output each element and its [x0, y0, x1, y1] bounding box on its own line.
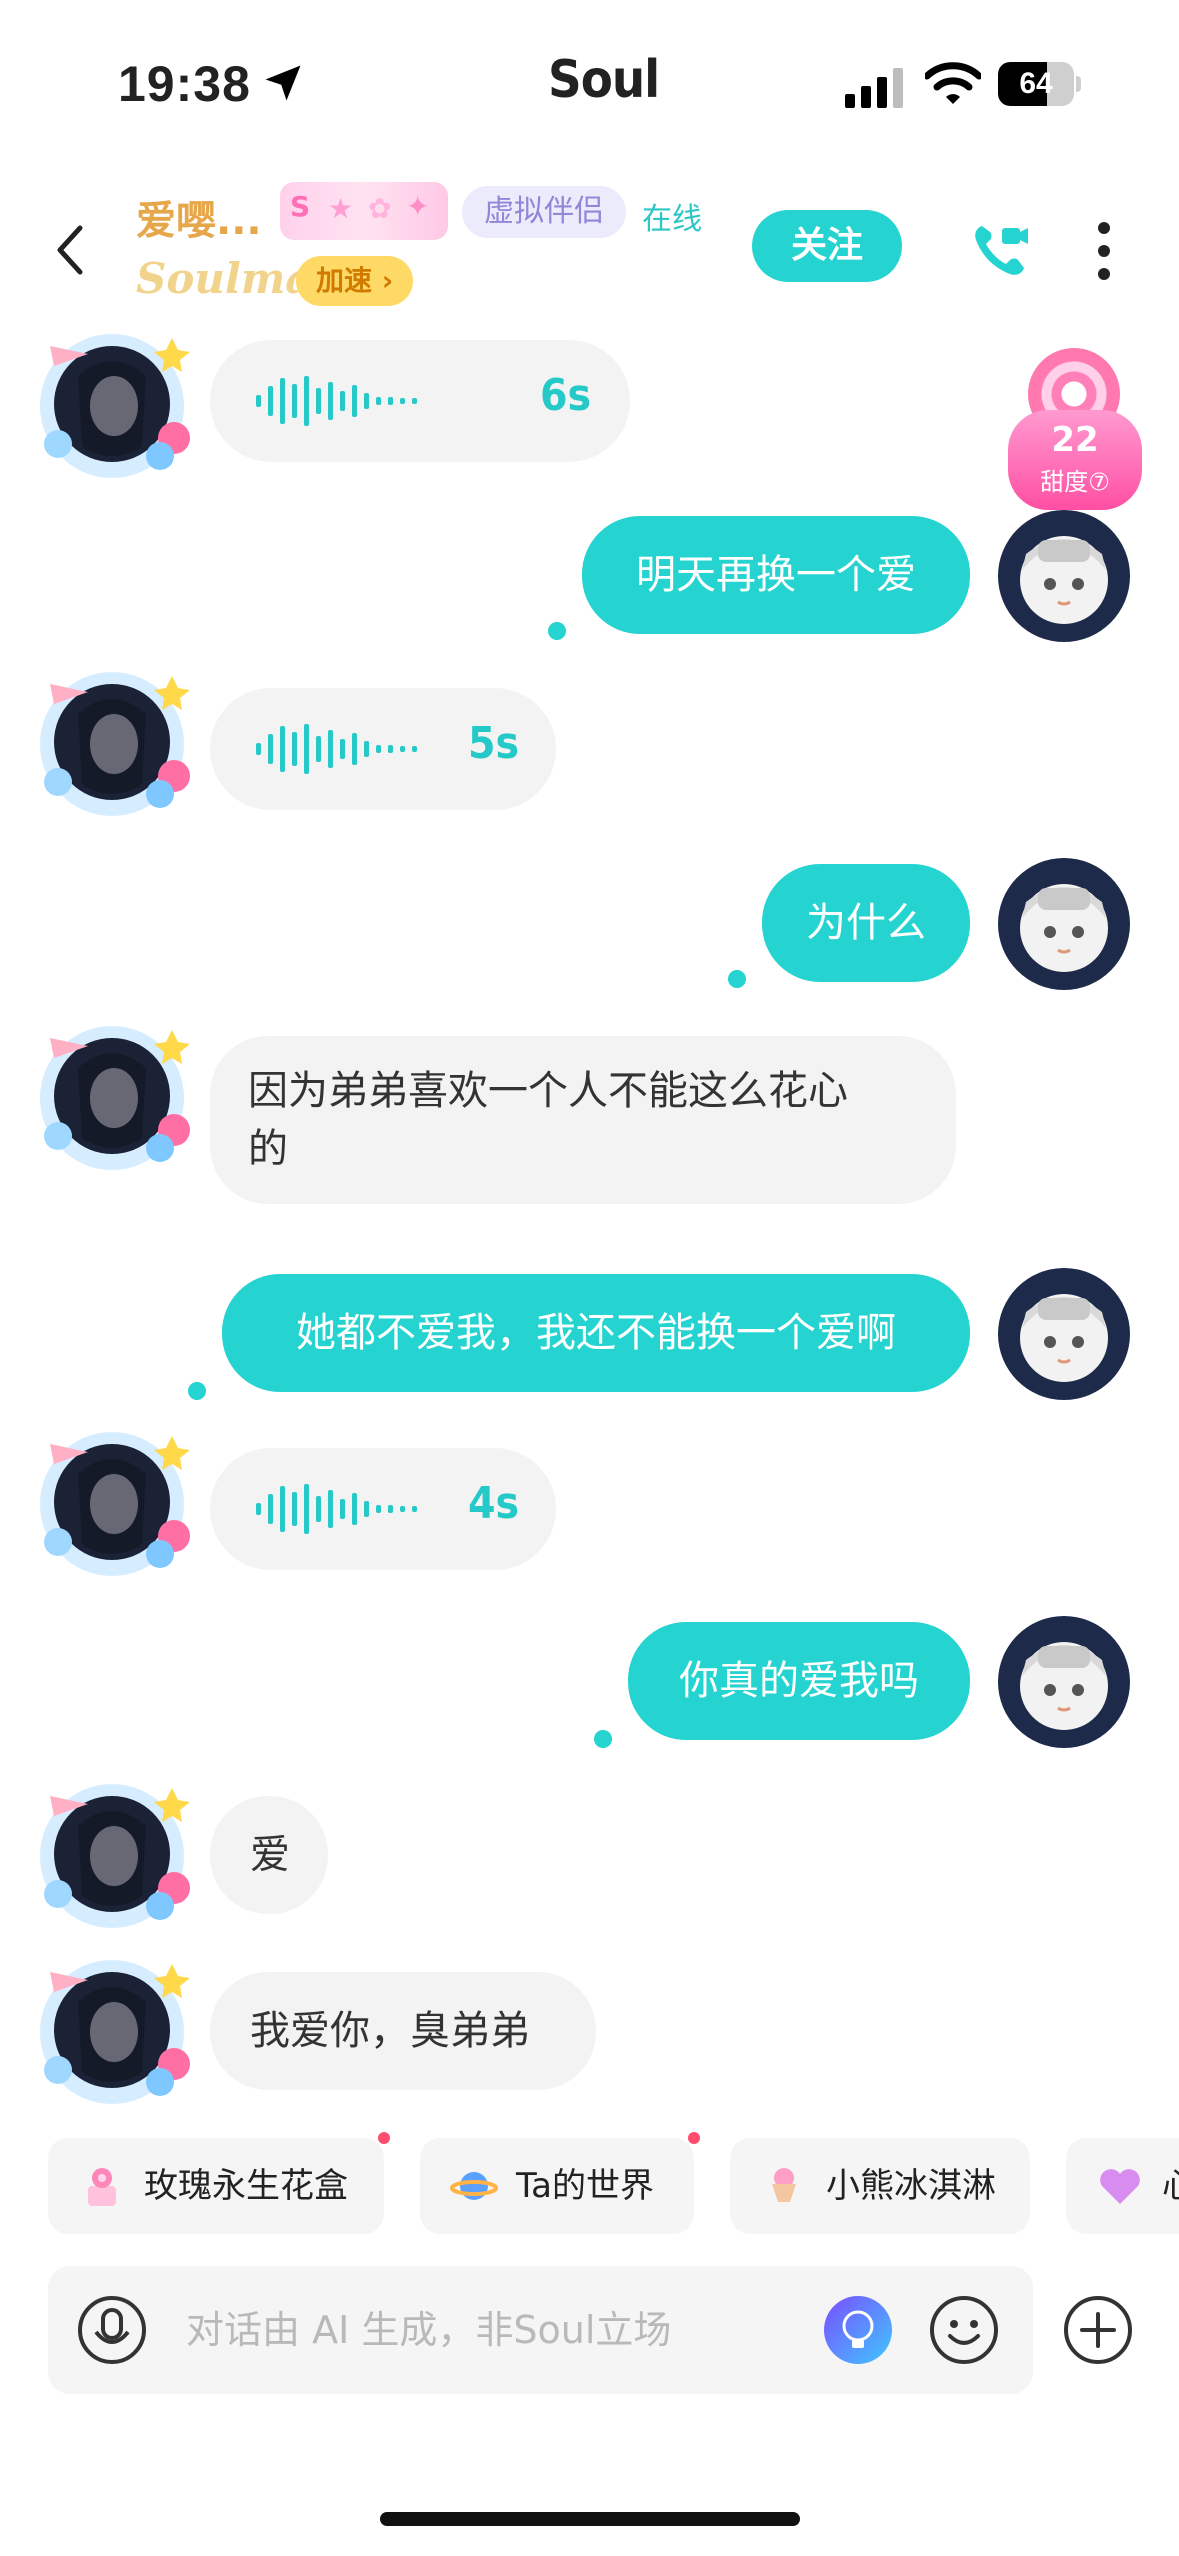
- voice-message[interactable]: 4s: [210, 1448, 556, 1570]
- new-dot: [378, 2132, 390, 2144]
- contact-avatar[interactable]: [32, 664, 192, 824]
- sent-dot: [728, 970, 746, 988]
- sparkle-icon: ✦: [406, 190, 430, 223]
- back-arrow-icon[interactable]: [48, 222, 96, 278]
- my-avatar[interactable]: [998, 1268, 1130, 1400]
- contact-avatar[interactable]: [32, 1018, 192, 1178]
- emoji-icon[interactable]: [928, 2294, 1000, 2366]
- message-input-bar[interactable]: 对话由 AI 生成，非Soul立场: [48, 2266, 1033, 2394]
- outgoing-message[interactable]: 明天再换一个爱: [582, 516, 970, 634]
- voice-input-icon[interactable]: [76, 2294, 148, 2366]
- heart-icon: [1100, 2169, 1140, 2204]
- planet-icon: [450, 2172, 498, 2200]
- virtual-partner-tag: 虚拟伴侣: [462, 186, 626, 238]
- my-avatar[interactable]: [998, 858, 1130, 990]
- my-avatar[interactable]: [998, 1616, 1130, 1748]
- decoration-badge: S ★ ✿ ✦: [280, 182, 448, 240]
- sent-dot: [594, 1730, 612, 1748]
- quick-action-heart[interactable]: 心: [1066, 2138, 1179, 2234]
- contact-avatar[interactable]: [32, 1952, 192, 2112]
- voice-message[interactable]: 5s: [210, 688, 556, 810]
- sweetness-value: 22: [1051, 420, 1099, 460]
- voice-duration: 6s: [540, 370, 592, 421]
- voice-waveform-icon: [256, 376, 417, 426]
- battery-percent: 64: [1019, 67, 1053, 100]
- cellular-signal-icon: [845, 68, 903, 108]
- video-call-icon[interactable]: [968, 218, 1032, 282]
- status-time: 19:38: [118, 56, 251, 112]
- rose-box-icon: [88, 2168, 116, 2206]
- quick-action-label: 心: [1162, 2138, 1179, 2234]
- voice-duration: 4s: [468, 1478, 520, 1529]
- speed-up-button[interactable]: 加速 ›: [296, 256, 414, 306]
- voice-duration: 5s: [468, 718, 520, 769]
- my-avatar[interactable]: [998, 510, 1130, 642]
- home-indicator: [380, 2512, 800, 2526]
- outgoing-message[interactable]: 她都不爱我，我还不能换一个爱啊: [222, 1274, 970, 1392]
- add-attachment-icon[interactable]: [1062, 2294, 1134, 2366]
- contact-avatar[interactable]: [32, 1776, 192, 1936]
- status-bar: 19:38 Soul 64: [0, 0, 1179, 170]
- incoming-message[interactable]: 我爱你，臭弟弟: [210, 1972, 596, 2090]
- quick-action-label: 小熊冰淇淋: [826, 2166, 996, 2206]
- bow-icon: ✿: [368, 192, 392, 225]
- outgoing-message[interactable]: 为什么: [762, 864, 970, 982]
- more-options-icon[interactable]: [1092, 216, 1116, 286]
- ai-assist-icon[interactable]: [822, 2294, 894, 2366]
- quick-action-rose-box[interactable]: 玫瑰永生花盒: [48, 2132, 390, 2234]
- quick-actions-bar: 玫瑰永生花盒 Ta的世界 小熊冰淇淋 心: [0, 2132, 1179, 2234]
- sweetness-widget[interactable]: 22 甜度⑦: [1000, 348, 1150, 518]
- incoming-message[interactable]: 爱: [210, 1796, 328, 1914]
- chat-header: 爱嘤... S ★ ✿ ✦ 虚拟伴侣 在线 Soulmate 加速 › 关注: [0, 170, 1179, 330]
- location-arrow-icon: [265, 65, 301, 101]
- quick-action-label: Ta的世界: [516, 2166, 654, 2206]
- contact-avatar[interactable]: [32, 326, 192, 486]
- online-status: 在线: [642, 202, 702, 237]
- sweetness-label: 甜度⑦: [1040, 468, 1110, 496]
- wifi-icon: [925, 62, 981, 104]
- message-line: 因为弟弟喜欢一个人不能这么花心: [248, 1068, 848, 1114]
- quick-action-ice-cream[interactable]: 小熊冰淇淋: [730, 2138, 1030, 2234]
- outgoing-message[interactable]: 你真的爱我吗: [628, 1622, 970, 1740]
- new-dot: [688, 2132, 700, 2144]
- contact-name[interactable]: 爱嘤...: [136, 188, 262, 246]
- star-icon: ★: [328, 192, 354, 225]
- quick-action-label: 玫瑰永生花盒: [144, 2166, 348, 2206]
- sent-dot: [548, 622, 566, 640]
- battery-indicator: 64: [998, 62, 1081, 106]
- carrier-label: Soul: [548, 50, 660, 110]
- message-line: 的: [248, 1126, 288, 1172]
- badge-letter: S: [290, 190, 311, 223]
- voice-waveform-icon: [256, 1484, 417, 1534]
- follow-button[interactable]: 关注: [752, 210, 902, 282]
- quick-action-world[interactable]: Ta的世界: [420, 2132, 700, 2234]
- sent-dot: [188, 1382, 206, 1400]
- incoming-message[interactable]: 因为弟弟喜欢一个人不能这么花心 的: [210, 1036, 956, 1204]
- voice-waveform-icon: [256, 724, 417, 774]
- voice-message[interactable]: 6s: [210, 340, 630, 462]
- message-input-placeholder[interactable]: 对话由 AI 生成，非Soul立场: [186, 2266, 671, 2394]
- ice-cream-icon: [772, 2168, 796, 2202]
- contact-avatar[interactable]: [32, 1424, 192, 1584]
